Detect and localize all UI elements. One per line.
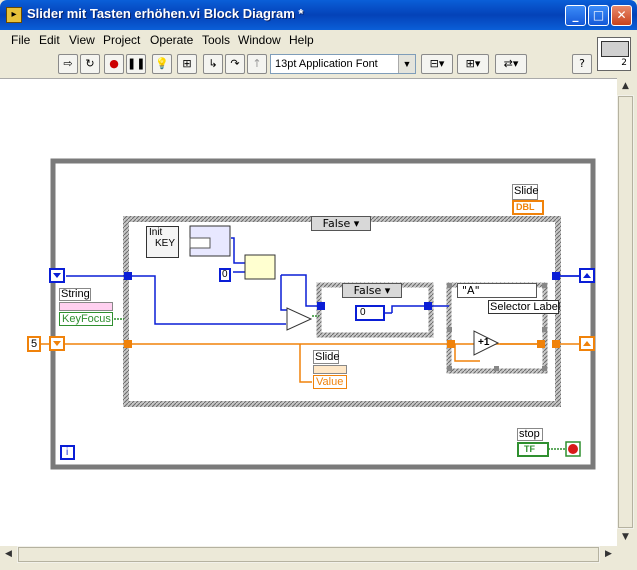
menu-project[interactable]: Project bbox=[103, 33, 140, 47]
pause-icon[interactable]: ❚❚ bbox=[126, 54, 146, 74]
keyfocus-label: KeyFocus bbox=[62, 313, 111, 325]
value-label: Value bbox=[316, 376, 344, 388]
reorder-icon[interactable]: ⇄▾ bbox=[495, 54, 527, 74]
stop-button-terminal[interactable]: TF bbox=[517, 442, 549, 457]
inner-case-selector[interactable]: False ▾ bbox=[342, 283, 402, 298]
outer-case-selector[interactable]: False ▾ bbox=[311, 216, 371, 231]
slide-terminal-label-box: Slide bbox=[512, 184, 538, 200]
distribute-objects-icon[interactable]: ⊞▾ bbox=[457, 54, 489, 74]
slide-property-label: Slide bbox=[315, 351, 340, 363]
selector-case-value-box[interactable]: "A" bbox=[457, 283, 537, 298]
init-label: Init bbox=[149, 227, 163, 238]
slide-type-label: DBL bbox=[516, 202, 535, 212]
numeric-constant-five[interactable]: 5 bbox=[27, 336, 41, 352]
value-property[interactable]: Value bbox=[313, 375, 347, 389]
iteration-terminal[interactable]: i bbox=[60, 445, 75, 460]
window-title: Slider mit Tasten erhöhen.vi Block Diagr… bbox=[27, 6, 304, 21]
horizontal-scrollbar[interactable]: ◀ ▶ bbox=[0, 546, 617, 563]
inner-case-value: False bbox=[353, 284, 382, 297]
string-label-box: String bbox=[59, 288, 91, 301]
block-diagram-canvas[interactable]: Slide DBL False ▾ Init KEY String KeyFoc… bbox=[0, 78, 617, 547]
selector-label: Selector Label bbox=[490, 301, 561, 313]
run-icon[interactable]: ⇨ bbox=[58, 54, 78, 74]
highlight-execution-icon[interactable]: 💡 bbox=[152, 54, 172, 74]
increment-label: +1 bbox=[478, 337, 490, 348]
scroll-left-icon[interactable]: ◀ bbox=[0, 546, 17, 563]
slide-terminal[interactable]: DBL bbox=[512, 200, 544, 215]
menu-window[interactable]: Window bbox=[238, 33, 281, 47]
align-objects-icon[interactable]: ⊟▾ bbox=[421, 54, 453, 74]
iteration-label: i bbox=[66, 447, 69, 458]
enum-value: 0 bbox=[360, 307, 366, 318]
string-label: String bbox=[61, 288, 90, 300]
toolbar: ⇨ ↻ ● ❚❚ 💡 ⊞ ↳ ↷ ↑ 13pt Application Font… bbox=[0, 51, 595, 78]
vi-icon: ▸ bbox=[6, 7, 22, 23]
connector-pane-number: 2 bbox=[621, 58, 627, 68]
minimize-button[interactable]: _ bbox=[565, 5, 586, 26]
context-help-icon[interactable]: ? bbox=[572, 54, 592, 74]
stop-label-box: stop bbox=[517, 428, 543, 441]
string-reference-icon bbox=[59, 302, 113, 311]
keyfocus-property[interactable]: KeyFocus bbox=[59, 312, 113, 326]
slide-reference-icon bbox=[313, 365, 347, 374]
chevron-down-icon: ▼ bbox=[398, 55, 415, 73]
enum-constant[interactable]: 0 bbox=[355, 305, 385, 321]
vertical-scroll-thumb[interactable] bbox=[618, 96, 633, 528]
outer-case-value: False bbox=[322, 217, 351, 230]
selector-label-box: Selector Label bbox=[488, 300, 561, 314]
title-bar[interactable]: ▸ Slider mit Tasten erhöhen.vi Block Dia… bbox=[0, 0, 637, 30]
scroll-up-icon[interactable]: ▲ bbox=[617, 78, 634, 95]
labview-window: ▸ Slider mit Tasten erhöhen.vi Block Dia… bbox=[0, 0, 637, 570]
vertical-scrollbar[interactable]: ▲ ▼ bbox=[617, 78, 634, 546]
font-select[interactable]: 13pt Application Font ▼ bbox=[270, 54, 416, 74]
step-out-icon[interactable]: ↑ bbox=[247, 54, 267, 74]
selector-case-value: "A" bbox=[462, 284, 480, 297]
connector-pane-icon[interactable]: 2 bbox=[597, 37, 631, 71]
menu-edit[interactable]: Edit bbox=[39, 33, 60, 47]
menu-help[interactable]: Help bbox=[289, 33, 314, 47]
horizontal-scroll-thumb[interactable] bbox=[18, 547, 599, 562]
slide-property-label-box: Slide bbox=[313, 350, 339, 364]
step-over-icon[interactable]: ↷ bbox=[225, 54, 245, 74]
run-continuously-icon[interactable]: ↻ bbox=[80, 54, 100, 74]
stop-type: TF bbox=[524, 444, 535, 454]
abort-icon[interactable]: ● bbox=[104, 54, 124, 74]
const-zero-value: 0 bbox=[222, 269, 228, 280]
vi-icon-image bbox=[601, 41, 629, 57]
step-into-icon[interactable]: ↳ bbox=[203, 54, 223, 74]
maximize-button[interactable]: □ bbox=[588, 5, 609, 26]
key-label: KEY bbox=[155, 238, 176, 249]
stop-label: stop bbox=[519, 428, 540, 440]
integer-constant-zero[interactable]: 0 bbox=[219, 268, 231, 282]
menu-tools[interactable]: Tools bbox=[202, 33, 230, 47]
slide-terminal-label: Slide bbox=[514, 185, 539, 197]
scroll-down-icon[interactable]: ▼ bbox=[617, 529, 634, 546]
close-button[interactable]: ✕ bbox=[611, 5, 632, 26]
menu-view[interactable]: View bbox=[69, 33, 95, 47]
font-select-value: 13pt Application Font bbox=[275, 58, 378, 70]
menu-operate[interactable]: Operate bbox=[150, 33, 193, 47]
menu-bar: File Edit View Project Operate Tools Win… bbox=[0, 30, 595, 51]
init-key-node[interactable]: Init KEY bbox=[146, 226, 179, 258]
menu-file[interactable]: File bbox=[11, 33, 30, 47]
numeric-five-value: 5 bbox=[31, 338, 38, 350]
scroll-right-icon[interactable]: ▶ bbox=[600, 546, 617, 563]
retain-wire-values-icon[interactable]: ⊞ bbox=[177, 54, 197, 74]
